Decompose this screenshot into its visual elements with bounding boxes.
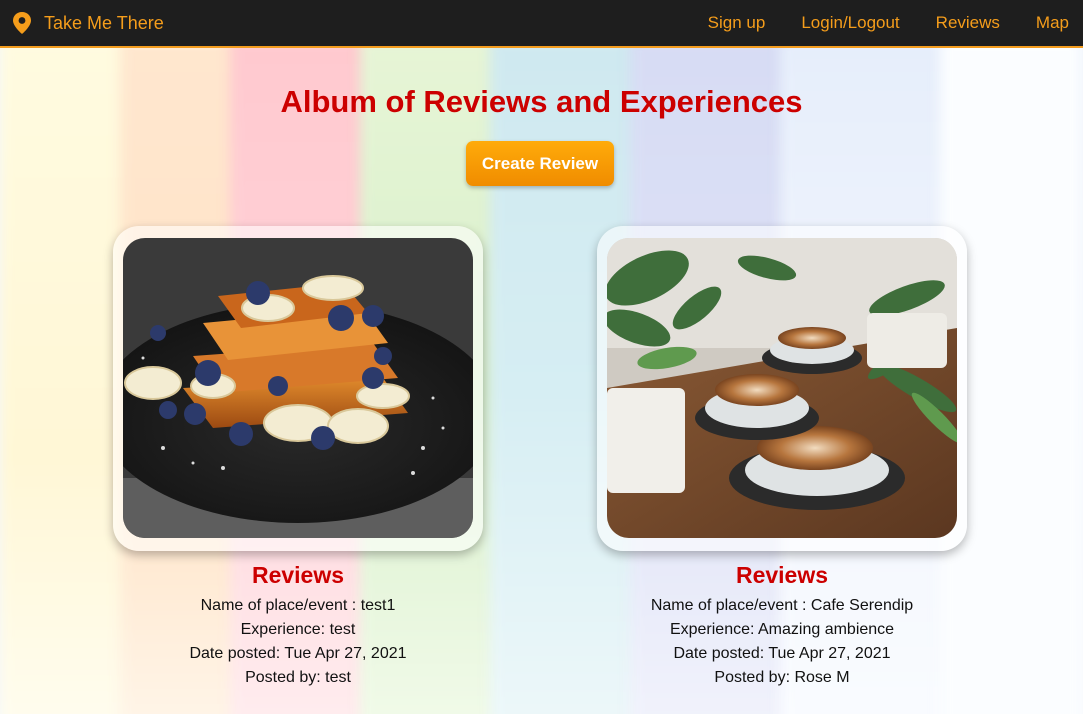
review-place: Name of place/event : test1 — [200, 597, 396, 614]
review-place: Name of place/event : Cafe Serendip — [650, 597, 914, 614]
review-author: Posted by: Rose M — [714, 669, 850, 686]
review-heading: Reviews — [735, 562, 829, 588]
location-pin-icon — [13, 12, 31, 34]
review-image-frame — [113, 226, 483, 551]
nav-link-login-logout[interactable]: Login/Logout — [801, 13, 899, 33]
cafe-latte-photo — [607, 238, 957, 538]
create-review-button[interactable]: Create Review — [466, 141, 614, 186]
brand[interactable]: Take Me There — [12, 11, 164, 35]
french-toast-photo — [123, 238, 473, 538]
review-date: Date posted: Tue Apr 27, 2021 — [673, 645, 891, 662]
review-author: Posted by: test — [245, 669, 351, 686]
navbar: Take Me There Sign up Login/Logout Revie… — [0, 0, 1083, 48]
review-card: Reviews Name of place/event : test1 Expe… — [113, 226, 483, 690]
page-title: Album of Reviews and Experiences — [280, 84, 803, 119]
review-card: Reviews Name of place/event : Cafe Seren… — [597, 226, 967, 690]
nav-link-reviews[interactable]: Reviews — [936, 13, 1000, 33]
review-heading: Reviews — [251, 562, 345, 588]
nav-link-map[interactable]: Map — [1036, 13, 1069, 33]
nav-links: Sign up Login/Logout Reviews Map — [672, 13, 1069, 33]
review-experience: Experience: Amazing ambience — [669, 621, 895, 638]
review-image-frame — [597, 226, 967, 551]
brand-name: Take Me There — [44, 12, 164, 33]
nav-link-sign-up[interactable]: Sign up — [708, 13, 766, 33]
review-experience: Experience: test — [240, 621, 356, 638]
review-date: Date posted: Tue Apr 27, 2021 — [189, 645, 407, 662]
